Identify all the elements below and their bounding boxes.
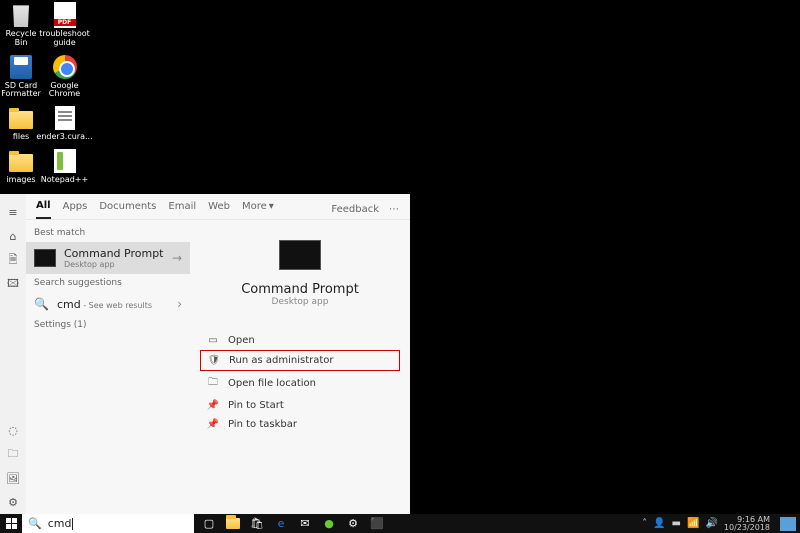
tab-apps[interactable]: Apps	[63, 201, 88, 218]
best-match-item[interactable]: Command Prompt Desktop app →	[26, 242, 190, 274]
desktop-icon-label: Recycle Bin	[2, 30, 40, 48]
notepad-icon	[54, 149, 76, 173]
suggestion-query: cmd	[57, 298, 81, 311]
desktop-icon-sd-card[interactable]: SD Card Formatter	[2, 54, 40, 100]
desktop-icon-chrome[interactable]: Google Chrome	[46, 54, 84, 100]
desktop-icon-label: images	[6, 176, 35, 185]
tab-all[interactable]: All	[36, 200, 51, 219]
folder-icon	[9, 154, 33, 172]
tray-overflow-icon[interactable]: ˄	[642, 518, 647, 529]
section-settings[interactable]: Settings (1)	[26, 316, 190, 334]
arrow-right-icon: →	[172, 251, 182, 265]
search-icon: 🔍	[34, 297, 49, 311]
rail-documents-icon[interactable]: 🗎	[0, 248, 26, 272]
file-explorer-icon[interactable]	[224, 515, 242, 533]
chevron-right-icon: ›	[177, 297, 182, 311]
tray-battery-icon[interactable]: ▬	[672, 518, 681, 529]
desktop-icon-recycle-bin[interactable]: Recycle Bin	[2, 2, 40, 48]
best-match-title: Command Prompt	[64, 247, 164, 260]
desktop-icon-label: Google Chrome	[46, 82, 84, 100]
file-icon	[55, 106, 75, 130]
start-rail: ≡ ⌂ 🗎 🖾 ◌ 🗀 🖼 ⚙	[0, 194, 26, 514]
desktop-icon-label: Notepad++	[41, 176, 88, 185]
desktop-icon-images[interactable]: images	[2, 148, 40, 185]
chevron-down-icon: ▾	[269, 201, 274, 212]
rail-folder-icon[interactable]: 🗀	[0, 442, 26, 466]
preview-command-prompt-icon	[279, 240, 321, 270]
teams-icon[interactable]: ⬛	[368, 515, 386, 533]
app-green-icon[interactable]: ●	[320, 515, 338, 533]
desktop-icon-files[interactable]: files	[2, 105, 40, 142]
desktop-icon-ender[interactable]: ender3.cura...	[46, 105, 84, 142]
pdf-icon	[54, 2, 76, 28]
web-suggestion-item[interactable]: 🔍 cmd - See web results ›	[26, 292, 190, 316]
pin-icon: 📌	[206, 419, 220, 430]
windows-logo-icon	[6, 518, 17, 529]
command-prompt-icon	[34, 249, 56, 267]
store-icon[interactable]: 🛍	[248, 515, 266, 533]
action-open-file-location[interactable]: 🗀 Open file location	[200, 371, 400, 396]
preview-subtitle: Desktop app	[200, 297, 400, 307]
desktop-icon-notepad[interactable]: Notepad++	[46, 148, 84, 185]
clock-date: 10/23/2018	[724, 524, 770, 532]
search-text: cmd	[48, 517, 72, 530]
tray-people-icon[interactable]: 👤	[653, 518, 665, 529]
tab-web[interactable]: Web	[208, 201, 230, 218]
desktop-icon-label: ender3.cura...	[36, 133, 92, 142]
search-icon: 🔍	[28, 517, 42, 530]
start-search-panel: ≡ ⌂ 🗎 🖾 ◌ 🗀 🖼 ⚙ All Apps Documents Email…	[0, 194, 410, 514]
open-icon: ▭	[206, 335, 220, 346]
tab-documents[interactable]: Documents	[99, 201, 156, 218]
rail-pictures2-icon[interactable]: 🖼	[0, 466, 26, 490]
tab-more[interactable]: More▾	[242, 201, 274, 218]
rail-account-icon[interactable]: ◌	[0, 418, 26, 442]
tray-network-icon[interactable]: 📶	[687, 518, 699, 529]
more-options-icon[interactable]: ⋯	[389, 204, 400, 215]
rail-pictures-icon[interactable]: 🖾	[0, 272, 26, 296]
taskbar-search-input[interactable]: 🔍 cmd	[22, 514, 194, 533]
action-pin-to-taskbar[interactable]: 📌 Pin to taskbar	[200, 415, 400, 434]
best-match-subtitle: Desktop app	[64, 260, 164, 269]
preview-title: Command Prompt	[200, 282, 400, 297]
rail-expand-icon[interactable]: ≡	[0, 200, 26, 224]
tab-email[interactable]: Email	[168, 201, 196, 218]
task-view-icon[interactable]: ▢	[200, 515, 218, 533]
desktop-icon-troubleshoot[interactable]: troubleshoot guide	[46, 2, 84, 48]
system-tray: ˄ 👤 ▬ 📶 🔊 9:16 AM 10/23/2018	[642, 516, 800, 532]
rail-home-icon[interactable]: ⌂	[0, 224, 26, 248]
taskbar: 🔍 cmd ▢ 🛍 e ✉ ● ⚙ ⬛ ˄ 👤 ▬ 📶 🔊 9:16 AM 10…	[0, 514, 800, 533]
action-run-as-administrator[interactable]: 🛡 Run as administrator	[200, 350, 400, 371]
section-search-suggestions: Search suggestions	[26, 274, 190, 292]
action-center-icon[interactable]	[780, 517, 796, 531]
search-filter-tabs: All Apps Documents Email Web More▾ Feedb…	[26, 194, 410, 220]
taskbar-clock[interactable]: 9:16 AM 10/23/2018	[724, 516, 770, 532]
rail-settings-icon[interactable]: ⚙	[0, 490, 26, 514]
mail-icon[interactable]: ✉	[296, 515, 314, 533]
edge-icon[interactable]: e	[272, 515, 290, 533]
shield-icon: 🛡	[207, 355, 221, 366]
feedback-link[interactable]: Feedback	[331, 204, 379, 215]
folder-open-icon: 🗀	[206, 375, 220, 392]
pin-icon: 📌	[206, 400, 220, 411]
desktop-icon-label: troubleshoot guide	[39, 30, 90, 48]
section-best-match: Best match	[26, 224, 190, 242]
text-cursor	[72, 518, 73, 530]
action-open[interactable]: ▭ Open	[200, 331, 400, 350]
folder-icon	[9, 111, 33, 129]
action-pin-to-start[interactable]: 📌 Pin to Start	[200, 396, 400, 415]
sd-card-icon	[10, 55, 32, 79]
tray-volume-icon[interactable]: 🔊	[705, 518, 717, 529]
start-button[interactable]	[0, 514, 22, 533]
suggestion-hint: - See web results	[81, 301, 152, 310]
search-preview-pane: Command Prompt Desktop app ▭ Open 🛡 Run …	[190, 220, 410, 514]
desktop-icon-label: files	[13, 133, 29, 142]
chrome-icon	[53, 55, 77, 79]
recycle-bin-icon	[11, 3, 31, 27]
search-results-list: Best match Command Prompt Desktop app → …	[26, 220, 190, 514]
settings-icon[interactable]: ⚙	[344, 515, 362, 533]
desktop-icon-label: SD Card Formatter	[1, 82, 41, 100]
desktop: Recycle Bin troubleshoot guide SD Card F…	[2, 2, 86, 191]
taskbar-apps: ▢ 🛍 e ✉ ● ⚙ ⬛	[194, 515, 392, 533]
